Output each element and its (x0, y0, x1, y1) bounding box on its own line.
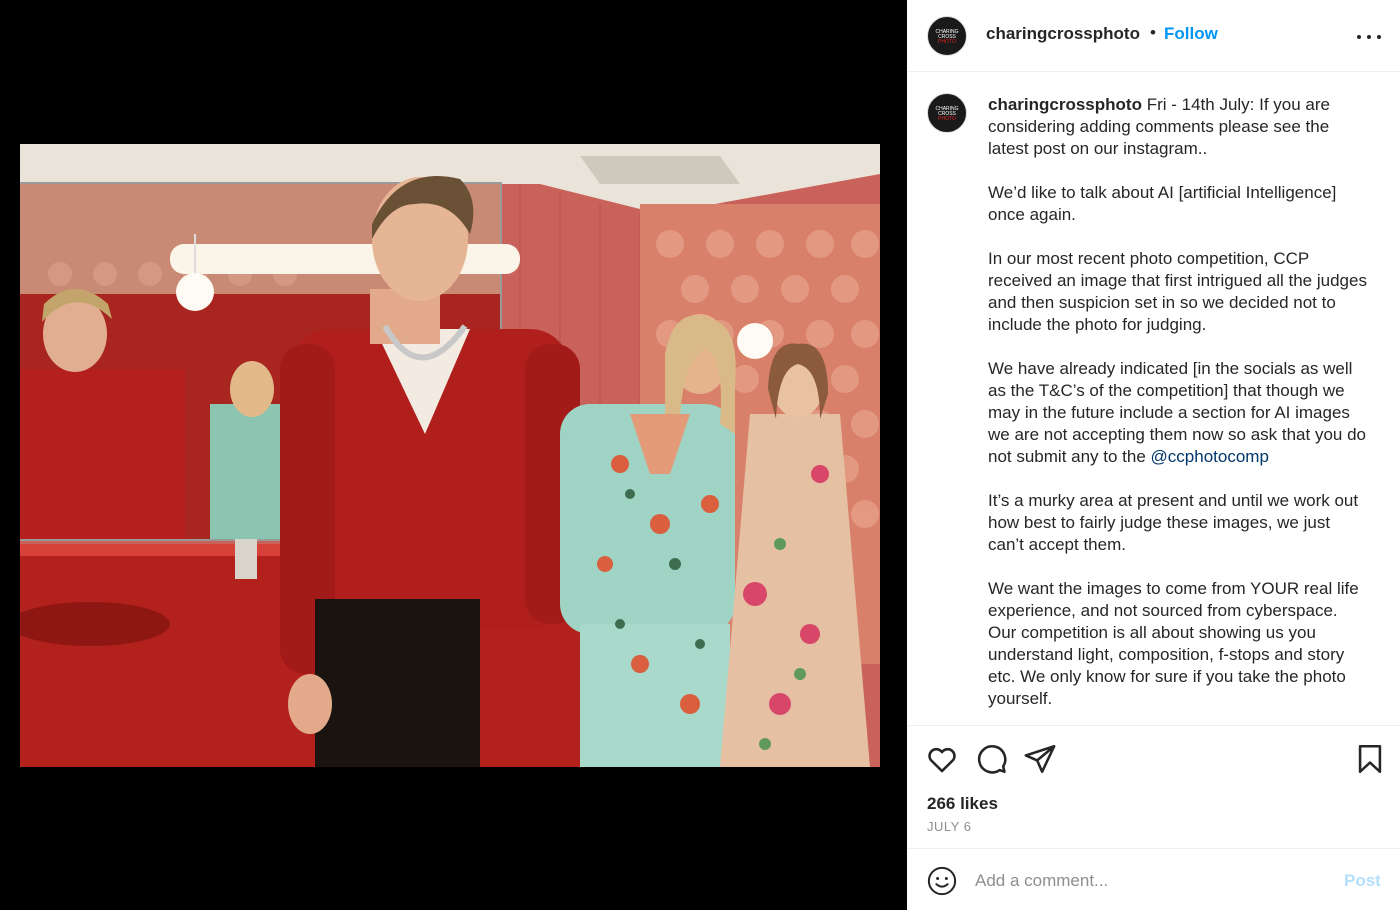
avatar-logo-text: PHOTO (938, 116, 956, 122)
header-username[interactable]: charingcrossphoto (986, 24, 1140, 44)
mention-link[interactable]: @ccphotocomp (1151, 447, 1269, 466)
comment-icon[interactable] (974, 742, 1008, 776)
caption-paragraph: In our most recent photo competition, CC… (988, 249, 1367, 334)
bookmark-icon[interactable] (1353, 742, 1387, 776)
header-separator: • (1150, 23, 1156, 42)
share-icon[interactable] (1023, 742, 1057, 776)
caption-paragraph: We want the images to come from YOUR rea… (988, 579, 1359, 708)
caption-paragraph: We have already indicated [in the social… (988, 358, 1368, 468)
comment-row: Post (907, 850, 1400, 910)
follow-button[interactable]: Follow (1164, 24, 1218, 44)
media-pane (0, 0, 907, 910)
avatar-logo-text: PHOTO (938, 39, 956, 45)
caption-area: CHARING CROSS PHOTO charingcrossphoto Fr… (907, 73, 1400, 725)
more-horizontal-icon[interactable] (1355, 22, 1383, 50)
heart-icon[interactable] (925, 742, 959, 776)
photo-illustration (20, 144, 880, 767)
post-photo[interactable] (20, 144, 880, 767)
post-header: CHARING CROSS PHOTO charingcrossphoto • … (907, 0, 1400, 72)
avatar[interactable]: CHARING CROSS PHOTO (927, 16, 967, 56)
post-sidebar: CHARING CROSS PHOTO charingcrossphoto • … (907, 0, 1400, 910)
caption-paragraph: charingcrossphoto Fri - 14th July: If yo… (988, 94, 1368, 160)
caption-paragraph: We’d like to talk about AI [artificial I… (988, 183, 1337, 224)
caption-text: charingcrossphoto Fri - 14th July: If yo… (988, 94, 1368, 725)
post-date: JULY 6 (927, 819, 972, 834)
comment-input[interactable] (975, 864, 1315, 898)
avatar[interactable]: CHARING CROSS PHOTO (927, 93, 967, 133)
caption-paragraph: It’s a murky area at present and until w… (988, 491, 1359, 554)
caption-username[interactable]: charingcrossphoto (988, 95, 1142, 114)
emoji-icon[interactable] (927, 866, 957, 896)
like-count[interactable]: 266 likes (927, 794, 998, 814)
post-button[interactable]: Post (1344, 871, 1381, 891)
action-bar: 266 likes JULY 6 (907, 725, 1400, 849)
